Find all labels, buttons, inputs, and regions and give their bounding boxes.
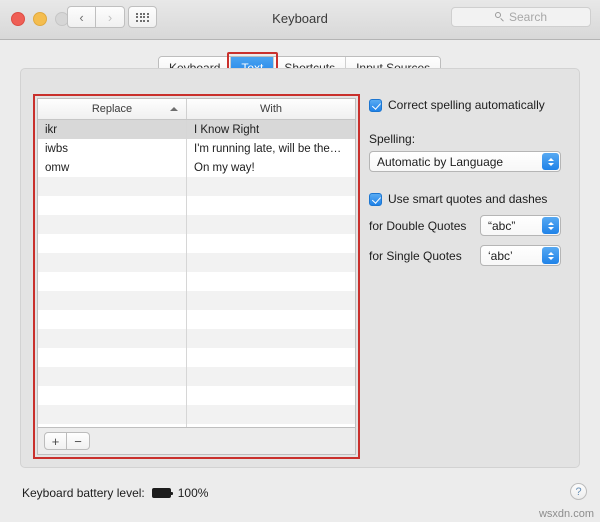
cell-replace — [38, 424, 187, 427]
spelling-options: Correct spelling automatically Spelling:… — [369, 98, 565, 266]
cell-with: On my way! — [194, 161, 255, 174]
chevron-updown-icon — [542, 217, 559, 234]
double-quotes-dropdown[interactable]: “abc” — [480, 215, 561, 236]
single-quotes-row: for Single Quotes ‘abc’ — [369, 245, 565, 266]
search-input[interactable]: Search — [451, 7, 591, 27]
cell-with — [187, 386, 355, 405]
cell-replace — [38, 196, 187, 215]
table-row-empty[interactable] — [38, 291, 355, 310]
cell-with — [187, 291, 355, 310]
cell-replace — [38, 272, 187, 291]
chevron-up-icon — [170, 107, 178, 111]
table-body: ikr I Know Right iwbs I'm running late, … — [38, 120, 355, 427]
table-row-empty[interactable] — [38, 177, 355, 196]
cell-with — [187, 405, 355, 424]
cell-with: I Know Right — [194, 123, 260, 136]
table-row-empty[interactable] — [38, 234, 355, 253]
table-footer: + − — [37, 428, 356, 455]
table-row-empty[interactable] — [38, 253, 355, 272]
correct-spelling-label: Correct spelling automatically — [388, 98, 545, 112]
table-row-empty[interactable] — [38, 196, 355, 215]
add-entry-button[interactable]: + — [44, 432, 67, 450]
table-row-empty[interactable] — [38, 405, 355, 424]
cell-replace — [38, 310, 187, 329]
column-header-replace[interactable]: Replace — [38, 99, 187, 119]
cell-with — [187, 367, 355, 386]
table-row-empty[interactable] — [38, 329, 355, 348]
spelling-dropdown-value: Automatic by Language — [377, 154, 504, 169]
cell-replace — [38, 348, 187, 367]
remove-entry-button[interactable]: − — [67, 432, 90, 450]
double-quotes-row: for Double Quotes “abc” — [369, 215, 565, 236]
double-quotes-value: “abc” — [488, 218, 516, 233]
spelling-label: Spelling: — [369, 132, 416, 146]
smart-quotes-checkbox[interactable] — [369, 193, 382, 206]
search-placeholder: Search — [508, 10, 548, 24]
column-header-with-label: With — [260, 103, 282, 115]
cell-replace — [38, 291, 187, 310]
cell-with — [187, 310, 355, 329]
cell-replace — [38, 215, 187, 234]
help-button[interactable]: ? — [570, 483, 587, 500]
cell-with — [187, 234, 355, 253]
battery-label: Keyboard battery level: — [22, 486, 145, 500]
single-quotes-dropdown[interactable]: ‘abc’ — [480, 245, 561, 266]
smart-quotes-label: Use smart quotes and dashes — [388, 192, 548, 206]
cell-with — [187, 215, 355, 234]
correct-spelling-checkbox[interactable] — [369, 99, 382, 112]
cell-replace: omw — [38, 158, 187, 177]
chevron-updown-icon — [542, 247, 559, 264]
cell-replace — [38, 329, 187, 348]
smart-quotes-row[interactable]: Use smart quotes and dashes — [369, 192, 565, 206]
single-quotes-value: ‘abc’ — [488, 248, 513, 263]
cell-replace: ikr — [38, 120, 187, 139]
keyboard-battery-status: Keyboard battery level: 100% — [22, 486, 208, 500]
empty-rows-container — [38, 177, 355, 427]
cell-replace — [38, 405, 187, 424]
cell-with: I'm running late, will be the… — [194, 142, 342, 155]
table-row-empty[interactable] — [38, 367, 355, 386]
watermark: wsxdn.com — [538, 508, 594, 520]
table-row-empty[interactable] — [38, 215, 355, 234]
single-quotes-label: for Single Quotes — [369, 248, 462, 263]
text-replacement-table[interactable]: Replace With ikr I Know Right iwbs I'm r… — [37, 98, 356, 428]
column-header-with[interactable]: With — [187, 99, 355, 119]
battery-full-icon — [151, 488, 174, 498]
cell-with — [187, 329, 355, 348]
window-titlebar: ‹ › Keyboard Search — [0, 0, 600, 40]
cell-with — [187, 177, 355, 196]
table-row-empty[interactable] — [38, 424, 355, 427]
double-quotes-label: for Double Quotes — [369, 218, 467, 233]
cell-replace — [38, 234, 187, 253]
search-icon — [494, 12, 505, 22]
table-row-empty[interactable] — [38, 386, 355, 405]
table-row-empty[interactable] — [38, 310, 355, 329]
chevron-updown-icon — [542, 153, 559, 170]
battery-percent: 100% — [177, 486, 209, 500]
cell-replace: iwbs — [38, 139, 187, 158]
table-row-empty[interactable] — [38, 272, 355, 291]
correct-spelling-row[interactable]: Correct spelling automatically — [369, 98, 565, 112]
cell-with — [187, 424, 355, 427]
column-header-replace-label: Replace — [91, 103, 133, 115]
table-row[interactable]: ikr I Know Right — [38, 120, 355, 139]
table-row[interactable]: omw On my way! — [38, 158, 355, 177]
table-header: Replace With — [38, 99, 355, 120]
table-row-empty[interactable] — [38, 348, 355, 367]
add-remove-buttons: + − — [44, 432, 90, 450]
cell-with — [187, 253, 355, 272]
cell-with — [187, 196, 355, 215]
cell-replace — [38, 386, 187, 405]
table-row[interactable]: iwbs I'm running late, will be the… — [38, 139, 355, 158]
cell-with — [187, 348, 355, 367]
spelling-dropdown[interactable]: Automatic by Language — [369, 151, 561, 172]
text-replacement-section: Replace With ikr I Know Right iwbs I'm r… — [37, 98, 356, 455]
cell-replace — [38, 253, 187, 272]
cell-replace — [38, 177, 187, 196]
cell-with — [187, 272, 355, 291]
cell-replace — [38, 367, 187, 386]
